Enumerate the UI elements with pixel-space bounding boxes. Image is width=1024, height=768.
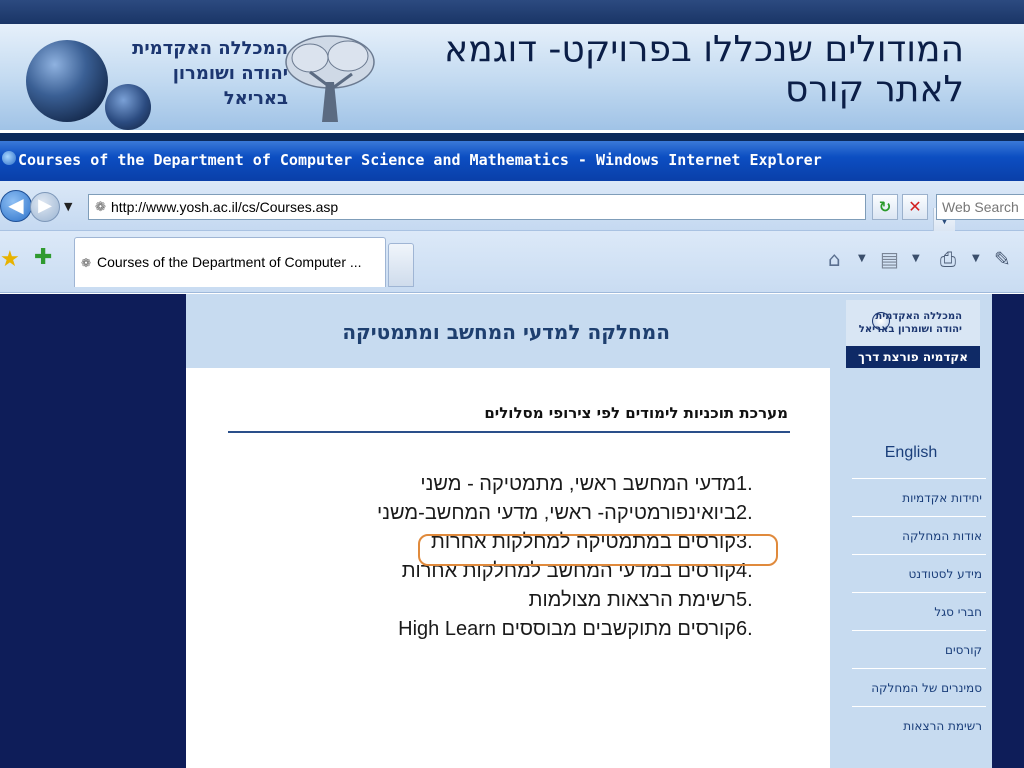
address-toolbar: ◀ ▶ ▼ ❁ http://www.yosh.ac.il/cs/Courses… — [0, 181, 1024, 234]
course-item[interactable]: 6. קורסים מתוקשבים מבוססים High Learn — [252, 615, 772, 644]
favorites-star-icon[interactable]: ★ — [0, 247, 20, 272]
page-menu-icon[interactable]: ✎ — [994, 247, 1011, 271]
command-bar: ⌂ ▼ ▤ ▼ ⎙ ▼ ✎ — [828, 247, 1024, 277]
sidebar-slogan: אקדמיה פורצת דרך — [846, 346, 980, 368]
sidebar-item-about[interactable]: אודות המחלקה — [852, 516, 986, 554]
web-search-input[interactable]: Web Search — [936, 194, 1024, 220]
sidebar-item-student-info[interactable]: מידע לסטודנט — [852, 554, 986, 592]
history-dropdown-icon[interactable]: ▼ — [64, 200, 72, 213]
course-link[interactable]: מדעי המחשב ראשי, מתמטיקה - משני — [420, 470, 736, 499]
refresh-icon[interactable]: ↻ — [872, 194, 898, 220]
slide-title: המודולים שנכללו בפרויקט- דוגמא לאתר קורס — [444, 30, 964, 110]
course-number: 6. — [736, 618, 753, 640]
section-divider — [228, 431, 790, 433]
course-link[interactable]: ביואינפורמטיקה- ראשי, מדעי המחשב-משני — [377, 499, 736, 528]
sidebar-item-courses[interactable]: קורסים — [852, 630, 986, 668]
url-field[interactable]: ❁ http://www.yosh.ac.il/cs/Courses.asp ▼ — [88, 194, 955, 234]
home-dropdown-icon[interactable]: ▼ — [858, 253, 866, 264]
section-title: מערכת תוכניות לימודים לפי צירופי מסלולים — [484, 404, 788, 422]
course-number: 1. — [736, 473, 753, 495]
forward-arrow-icon[interactable]: ▶ — [30, 192, 60, 222]
tree-icon — [285, 35, 375, 122]
department-title: המחלקה למדעי המחשב ומתמטיקה — [342, 320, 670, 344]
web-page: המחלקה למדעי המחשב ומתמטיקה מערכת תוכניו… — [0, 294, 1024, 768]
tab-courses[interactable]: ❁ Courses of the Department of Computer … — [74, 237, 386, 287]
slide-top-bar — [0, 0, 1024, 24]
home-icon[interactable]: ⌂ — [828, 247, 841, 271]
course-item[interactable]: 5. רשימת הרצאות מצולמות — [252, 586, 772, 615]
course-number: 2. — [736, 502, 753, 524]
sidebar-logo-text: המכללה האקדמית יהודה ושומרון באריאל — [858, 311, 962, 335]
sidebar-menu: יחידות אקדמיות אודות המחלקה מידע לסטודנט… — [852, 478, 986, 744]
course-number: 5. — [736, 589, 753, 611]
course-item[interactable]: 2. ביואינפורמטיקה- ראשי, מדעי המחשב-משני — [252, 499, 772, 528]
search-placeholder: Web Search — [942, 199, 1019, 215]
page-header: המחלקה למדעי המחשב ומתמטיקה — [186, 294, 830, 368]
college-logo-text: המכללה האקדמית יהודה ושומרון באריאל — [132, 38, 288, 109]
sidebar-item-academic-units[interactable]: יחידות אקדמיות — [852, 478, 986, 516]
tab-toolbar: ★ ✚ ❁ Courses of the Department of Compu… — [0, 231, 1024, 293]
course-item[interactable]: 1. מדעי המחשב ראשי, מתמטיקה - משני — [252, 470, 772, 499]
browser-window: Courses of the Department of Computer Sc… — [0, 141, 1024, 768]
page-main-column: המחלקה למדעי המחשב ומתמטיקה מערכת תוכניו… — [186, 294, 830, 768]
feeds-icon[interactable]: ▤ — [880, 247, 899, 271]
course-link[interactable]: רשימת הרצאות מצולמות — [529, 586, 736, 615]
window-titlebar[interactable]: Courses of the Department of Computer Sc… — [0, 141, 1024, 181]
print-icon[interactable]: ⎙ — [940, 247, 956, 271]
english-link[interactable]: English — [830, 444, 992, 462]
print-dropdown-icon[interactable]: ▼ — [972, 253, 980, 264]
feeds-dropdown-icon[interactable]: ▼ — [912, 253, 920, 264]
back-arrow-icon[interactable]: ◀ — [0, 190, 32, 222]
college-logo-sphere-large — [26, 40, 108, 122]
ie-icon — [2, 151, 16, 165]
page-sidebar: המכללה האקדמית יהודה ושומרון באריאל אקדמ… — [830, 294, 992, 768]
sidebar-item-seminars[interactable]: סמינרים של המחלקה — [852, 668, 986, 706]
new-tab-button[interactable] — [388, 243, 414, 287]
page-icon: ❁ — [95, 200, 106, 215]
course-link[interactable]: קורסים מתוקשבים מבוססים High Learn — [398, 615, 736, 644]
highlight-outline — [418, 534, 778, 566]
tab-label: Courses of the Department of Computer ..… — [97, 254, 362, 270]
sidebar-item-staff[interactable]: חברי סגל — [852, 592, 986, 630]
stop-icon[interactable]: ✕ — [902, 194, 928, 220]
sidebar-item-lectures[interactable]: רשימת הרצאות — [852, 706, 986, 744]
window-title: Courses of the Department of Computer Sc… — [18, 151, 822, 169]
add-favorites-icon[interactable]: ✚ — [34, 245, 52, 270]
url-text[interactable]: http://www.yosh.ac.il/cs/Courses.asp — [111, 199, 338, 215]
tab-page-icon: ❁ — [81, 256, 92, 270]
